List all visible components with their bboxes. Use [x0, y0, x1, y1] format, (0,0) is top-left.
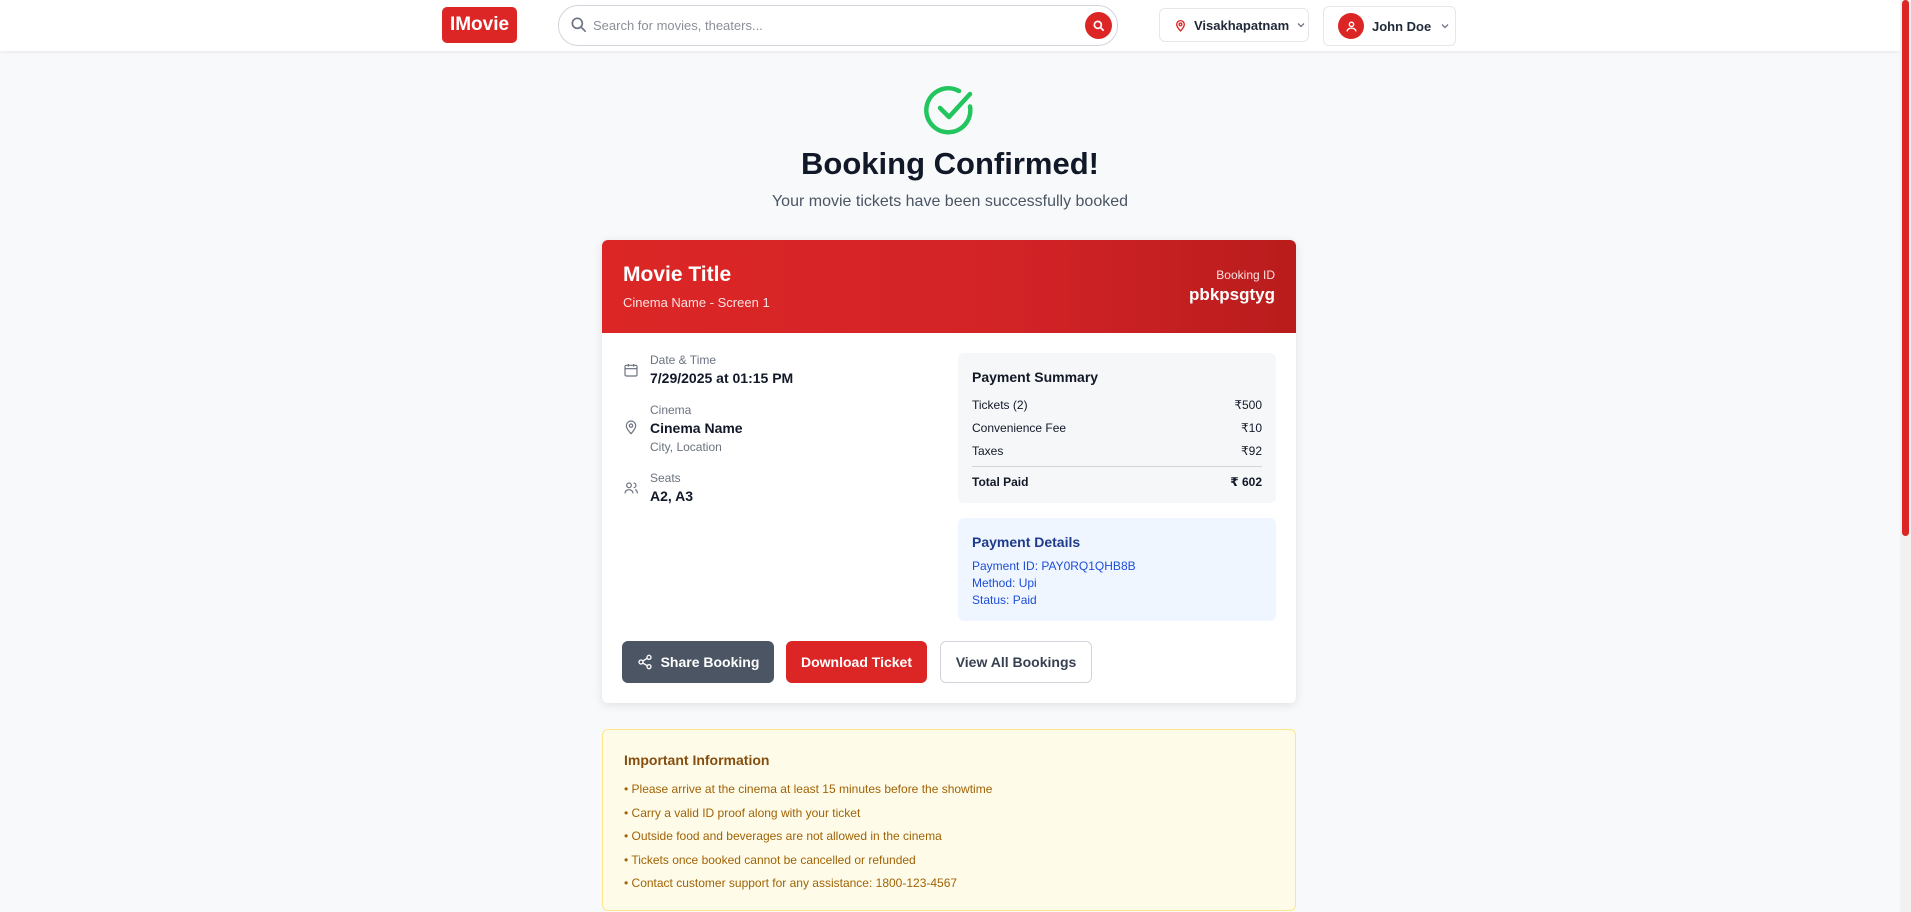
map-pin-icon	[625, 420, 637, 435]
important-info-box: Important Information • Please arrive at…	[602, 729, 1296, 911]
important-info-title: Important Information	[624, 752, 770, 768]
download-ticket-button[interactable]: Download Ticket	[786, 641, 927, 683]
user-name: John Doe	[1372, 18, 1432, 34]
search-button[interactable]	[1085, 12, 1112, 39]
scrollbar-thumb[interactable]	[1902, 0, 1909, 536]
list-item: • Carry a valid ID proof along with your…	[624, 805, 861, 820]
payment-status: Status: Paid	[972, 593, 1037, 607]
user-icon	[1345, 20, 1357, 31]
datetime-label: Date & Time	[650, 353, 717, 367]
imovie-logo[interactable]: IMovie	[442, 7, 517, 43]
summary-label: Convenience Fee	[972, 421, 1067, 435]
share-booking-label: Share Booking	[660, 654, 760, 670]
summary-amount: ₹92	[1241, 444, 1262, 458]
summary-row-fee: Convenience Fee ₹10	[972, 421, 1262, 435]
page-subtitle: Your movie tickets have been successfull…	[771, 193, 1129, 210]
check-circle-icon	[924, 85, 973, 135]
datetime-value: 7/29/2025 at 01:15 PM	[650, 370, 794, 386]
summary-row-taxes: Taxes ₹92	[972, 444, 1262, 458]
cinema-location: City, Location	[650, 440, 722, 454]
list-item: • Tickets once booked cannot be cancelle…	[624, 852, 916, 867]
list-item: • Please arrive at the cinema at least 1…	[624, 782, 993, 796]
chevron-down-icon	[1441, 24, 1449, 29]
summary-label: Tickets (2)	[972, 398, 1028, 412]
summary-amount: ₹10	[1241, 421, 1262, 435]
summary-amount: ₹500	[1234, 398, 1262, 412]
share-booking-button[interactable]: Share Booking	[622, 641, 774, 683]
top-navbar: IMovie Search for movies, theaters... Vi…	[0, 0, 1900, 51]
movie-title: Movie Title	[623, 263, 732, 286]
ticket-card: Movie Title Cinema Name - Screen 1 Booki…	[602, 240, 1296, 703]
seats-value: A2, A3	[650, 488, 694, 504]
users-icon	[624, 482, 638, 494]
chevron-down-icon	[1297, 23, 1305, 28]
payment-details: Payment Details Payment ID: PAY0RQ1QHB8B…	[958, 518, 1276, 621]
payment-summary-title: Payment Summary	[972, 369, 1099, 385]
location-label: Visakhapatnam	[1194, 17, 1290, 33]
payment-method: Method: Upi	[972, 576, 1037, 590]
summary-label: Taxes	[972, 444, 1004, 458]
cinema-value: Cinema Name	[650, 420, 743, 436]
list-item: • Contact customer support for any assis…	[624, 876, 958, 890]
payment-summary: Payment Summary Tickets (2) ₹500 Conveni…	[958, 353, 1276, 503]
share-icon	[637, 654, 652, 670]
calendar-icon	[624, 364, 638, 377]
map-pin-icon	[1176, 19, 1185, 32]
page-title: Booking Confirmed!	[801, 146, 1099, 181]
list-item: • Outside food and beverages are not all…	[624, 829, 942, 843]
search-bar[interactable]: Search for movies, theaters...	[558, 5, 1118, 46]
scrollbar-track[interactable]	[1900, 0, 1911, 912]
payment-details-title: Payment Details	[972, 534, 1081, 550]
search-input[interactable]: Search for movies, theaters...	[593, 18, 763, 33]
search-icon	[571, 17, 587, 33]
user-menu[interactable]: John Doe	[1323, 6, 1456, 46]
avatar	[1338, 13, 1364, 39]
booking-id-value: pbkpsgtyg	[1189, 285, 1275, 304]
cinema-label: Cinema	[650, 403, 692, 417]
payment-id: Payment ID: PAY0RQ1QHB8B	[972, 559, 1136, 573]
view-all-bookings-button[interactable]: View All Bookings	[940, 641, 1092, 683]
summary-row-total: Total Paid ₹ 602	[972, 475, 1262, 489]
booking-id-label: Booking ID	[1216, 268, 1275, 282]
seats-label: Seats	[650, 471, 681, 485]
summary-row-tickets: Tickets (2) ₹500	[972, 398, 1262, 412]
total-label: Total Paid	[972, 475, 1029, 489]
search-icon	[1092, 19, 1104, 31]
cinema-screen: Cinema Name - Screen 1	[623, 295, 770, 310]
ticket-header: Movie Title Cinema Name - Screen 1 Booki…	[602, 240, 1296, 333]
important-info-list: • Please arrive at the cinema at least 1…	[624, 782, 992, 900]
summary-divider	[972, 466, 1262, 467]
location-selector[interactable]: Visakhapatnam	[1159, 8, 1309, 42]
total-amount: ₹ 602	[1230, 475, 1262, 489]
